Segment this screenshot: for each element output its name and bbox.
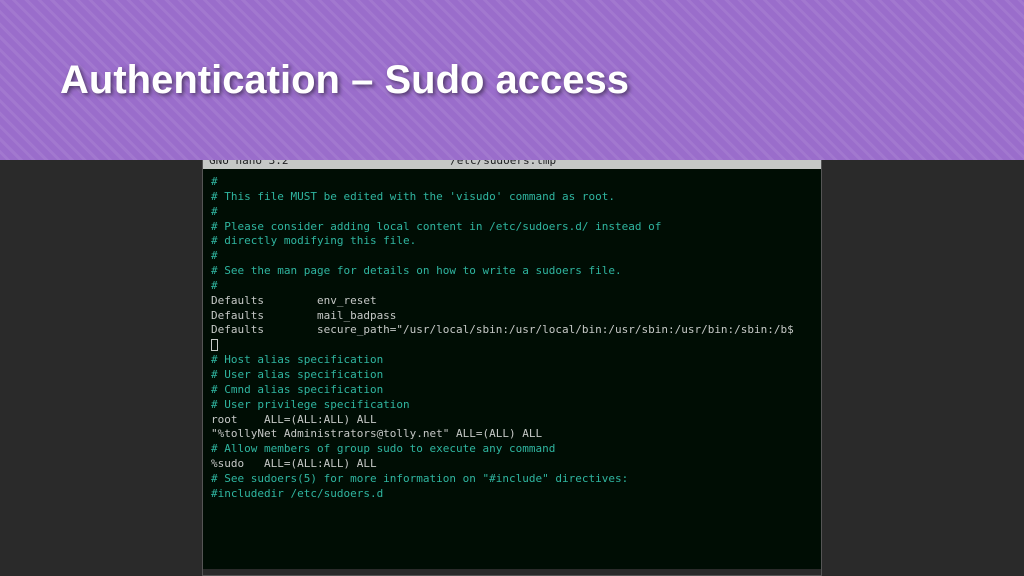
terminal-line: # Allow members of group sudo to execute…: [211, 442, 813, 457]
terminal-line: # Please consider adding local content i…: [211, 220, 813, 235]
slide-header: Authentication – Sudo access: [0, 0, 1024, 160]
terminal-line: #includedir /etc/sudoers.d: [211, 487, 813, 502]
terminal-line: [211, 338, 813, 353]
terminal-line: Defaults mail_badpass: [211, 309, 813, 324]
terminal-window: GNU nano 3.2 /etc/sudoers.tmp ## This fi…: [202, 152, 822, 576]
terminal-line: Defaults env_reset: [211, 294, 813, 309]
terminal-line: Defaults secure_path="/usr/local/sbin:/u…: [211, 323, 813, 338]
terminal-line: # See sudoers(5) for more information on…: [211, 472, 813, 487]
terminal-line: #: [211, 205, 813, 220]
editor-content[interactable]: ## This file MUST be edited with the 'vi…: [203, 169, 821, 569]
terminal-line: root ALL=(ALL:ALL) ALL: [211, 413, 813, 428]
terminal-line: # User privilege specification: [211, 398, 813, 413]
slide-body: GNU nano 3.2 /etc/sudoers.tmp ## This fi…: [0, 160, 1024, 576]
cursor-icon: [211, 339, 218, 351]
terminal-line: # See the man page for details on how to…: [211, 264, 813, 279]
terminal-line: #: [211, 279, 813, 294]
terminal-line: "%tollyNet Administrators@tolly.net" ALL…: [211, 427, 813, 442]
terminal-line: # This file MUST be edited with the 'vis…: [211, 190, 813, 205]
terminal-line: # Host alias specification: [211, 353, 813, 368]
terminal-line: #: [211, 249, 813, 264]
terminal-line: %sudo ALL=(ALL:ALL) ALL: [211, 457, 813, 472]
terminal-line: #: [211, 175, 813, 190]
terminal-line: # directly modifying this file.: [211, 234, 813, 249]
slide-title: Authentication – Sudo access: [60, 58, 629, 103]
terminal-line: # Cmnd alias specification: [211, 383, 813, 398]
terminal-line: # User alias specification: [211, 368, 813, 383]
